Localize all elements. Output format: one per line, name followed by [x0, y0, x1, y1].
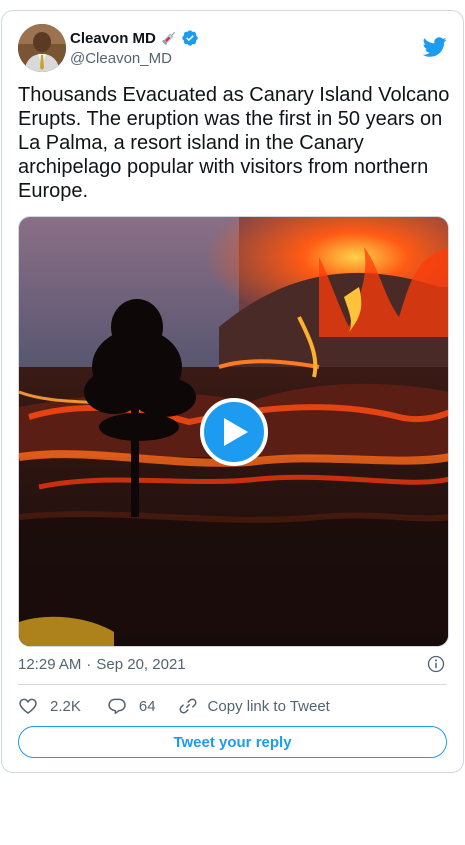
syringe-icon: [161, 31, 175, 46]
tweet-card: Cleavon MD @Cleavon_MD Thousands Evacuat…: [1, 10, 464, 773]
divider: [18, 684, 447, 685]
play-button[interactable]: [200, 398, 268, 466]
tweet-date[interactable]: Sep 20, 2021: [96, 656, 185, 673]
video-player[interactable]: [18, 216, 449, 647]
verified-badge-icon: [182, 30, 198, 46]
like-button[interactable]: 2.2K: [18, 696, 81, 716]
like-count: 2.2K: [50, 697, 81, 715]
tweet-your-reply-button[interactable]: Tweet your reply: [18, 726, 447, 758]
reply-button[interactable]: 64: [107, 696, 156, 716]
avatar[interactable]: [18, 24, 66, 72]
reply-bubble-icon: [108, 698, 126, 715]
author-handle[interactable]: @Cleavon_MD: [70, 50, 199, 67]
tweet-header: Cleavon MD @Cleavon_MD: [18, 23, 447, 73]
author-names: Cleavon MD @Cleavon_MD: [70, 28, 199, 67]
copy-link-label: Copy link to Tweet: [207, 697, 330, 715]
meta-separator: ·: [86, 655, 92, 673]
heart-icon: [19, 698, 37, 715]
play-icon: [224, 418, 248, 446]
tweet-meta: 12:29 AM · Sep 20, 2021: [18, 654, 447, 674]
action-bar: 2.2K 64 Copy link to Tweet: [18, 695, 447, 717]
twitter-bird-icon[interactable]: [423, 35, 447, 59]
link-icon: [179, 698, 197, 714]
tweet-text: Thousands Evacuated as Canary Island Vol…: [18, 84, 450, 202]
info-icon[interactable]: [426, 654, 446, 674]
copy-link-button[interactable]: Copy link to Tweet: [178, 696, 330, 716]
tweet-time[interactable]: 12:29 AM: [18, 656, 81, 673]
display-name[interactable]: Cleavon MD: [70, 30, 156, 47]
reply-count: 64: [138, 697, 156, 715]
